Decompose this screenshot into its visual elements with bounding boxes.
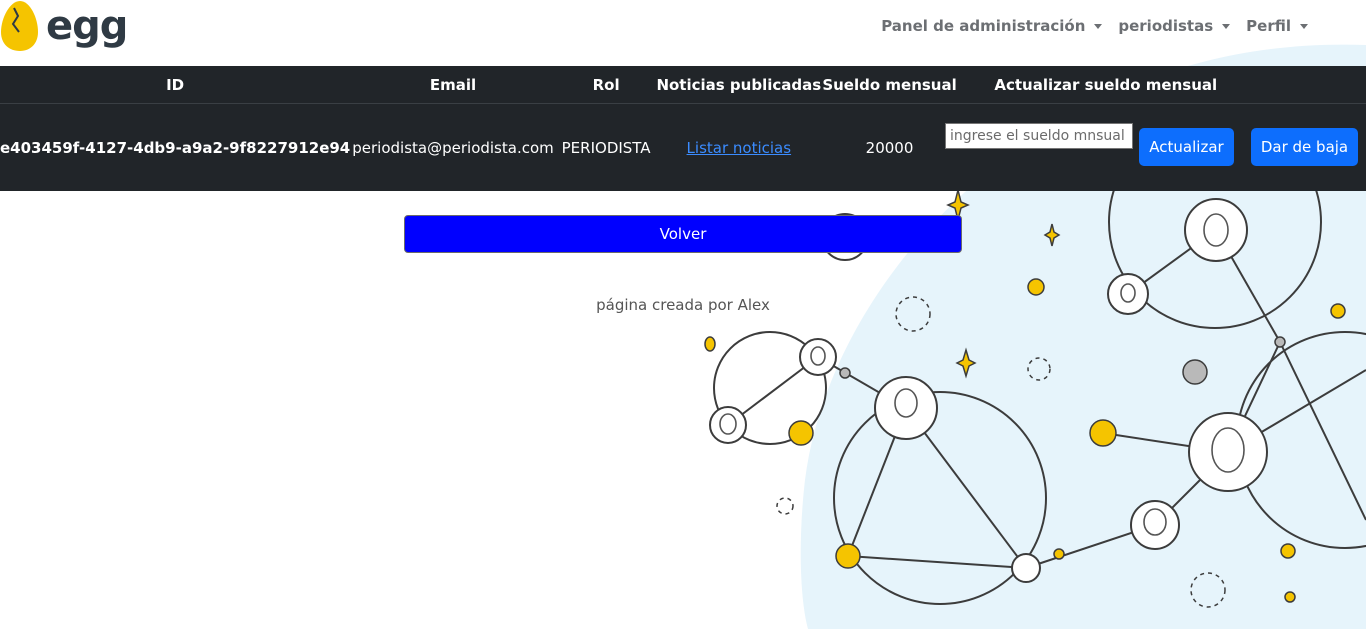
nav-menu: Panel de administración periodistas Perf…: [881, 14, 1308, 38]
cell-salary: 20000: [865, 138, 914, 157]
back-button[interactable]: Volver: [404, 215, 962, 253]
caret-down-icon: [1222, 23, 1231, 29]
egg-icon: [1, 1, 38, 51]
nav-profile-dropdown[interactable]: Perfil: [1246, 14, 1308, 38]
update-salary-button[interactable]: Actualizar: [1139, 128, 1234, 166]
top-navbar: egg Panel de administración periodistas …: [0, 0, 1366, 66]
logo-text: egg: [46, 3, 128, 49]
deactivate-button[interactable]: Dar de baja: [1251, 128, 1358, 166]
cell-id: e403459f-4127-4db9-a9a2-9f8227912e94: [0, 138, 351, 157]
cell-role: PERIODISTA: [561, 138, 651, 157]
nav-item-label: Perfil: [1246, 17, 1291, 35]
caret-down-icon: [1094, 23, 1103, 29]
column-header-id: ID: [0, 66, 351, 104]
salary-input[interactable]: [945, 123, 1133, 149]
cell-news: Listar noticias: [656, 104, 821, 192]
column-header-role: Rol: [555, 66, 657, 104]
column-header-email: Email: [350, 66, 556, 104]
column-header-update-salary: Actualizar sueldo mensual: [957, 66, 1254, 104]
nav-item-label: Panel de administración: [881, 17, 1086, 35]
cell-email: periodista@periodista.com: [352, 138, 554, 157]
footer-credit: página creada por Alex: [596, 296, 770, 314]
caret-down-icon: [1300, 23, 1308, 29]
nav-admin-panel-dropdown[interactable]: Panel de administración: [881, 14, 1103, 38]
table-header-row: ID Email Rol Noticias publicadas Sueldo …: [0, 66, 1366, 104]
column-header-empty: [1253, 66, 1366, 104]
list-news-link[interactable]: Listar noticias: [687, 139, 792, 157]
nav-item-label: periodistas: [1118, 17, 1214, 35]
column-header-monthly-salary: Sueldo mensual: [821, 66, 958, 104]
nav-journalists-dropdown[interactable]: periodistas: [1118, 14, 1231, 38]
column-header-published-news: Noticias publicadas: [656, 66, 822, 104]
